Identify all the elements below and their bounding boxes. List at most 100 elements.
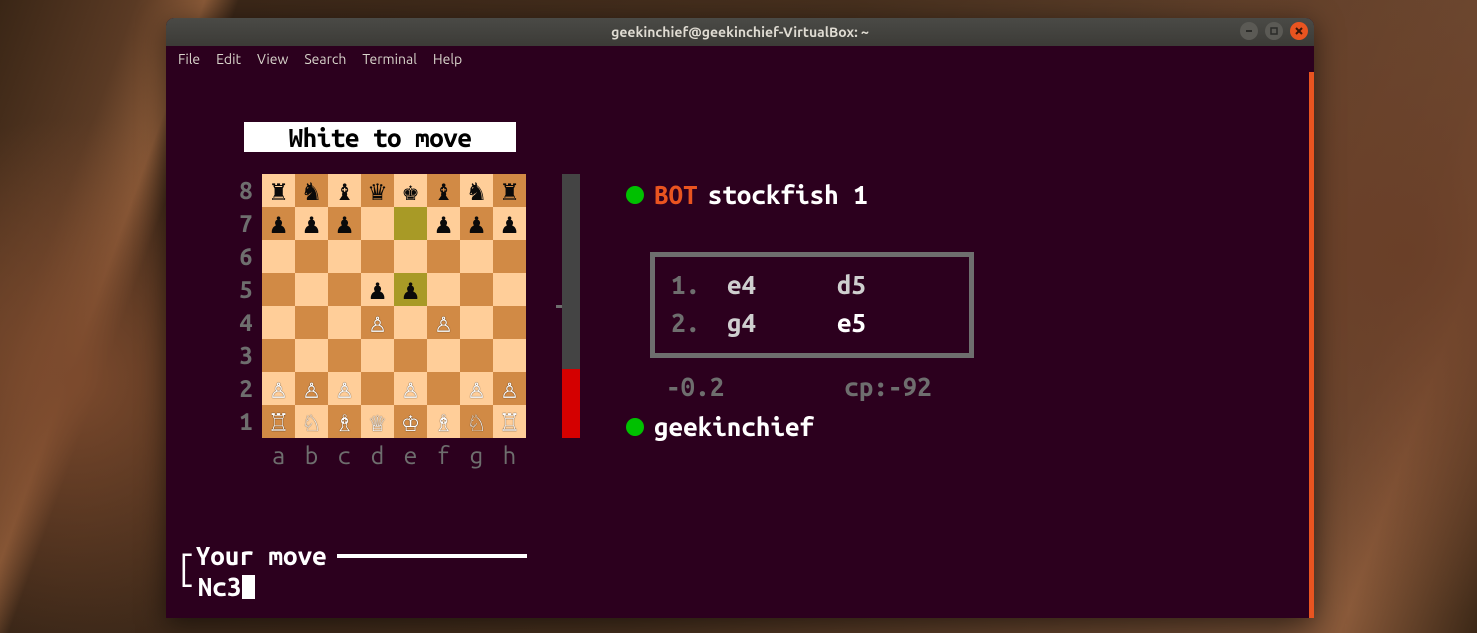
file-label: b [295,440,328,470]
board-square: ♙ [361,306,394,339]
board-square [460,339,493,372]
white-piece-icon: ♙ [501,375,518,403]
board-square [394,339,427,372]
black-piece-icon: ♟ [369,276,386,304]
board-square [328,273,361,306]
minimize-button[interactable] [1240,22,1258,40]
black-piece-icon: ♝ [336,177,353,205]
menu-search[interactable]: Search [300,49,350,69]
black-piece-icon: ♚ [402,177,419,205]
board-square: ♕ [361,405,394,438]
prompt-label: Your move [196,541,327,570]
board-square [460,240,493,273]
board-square [328,240,361,273]
menu-terminal[interactable]: Terminal [358,49,421,69]
menu-bar: File Edit View Search Terminal Help [166,46,1314,72]
move-row: 1. e4 d5 [671,265,953,303]
board-square [361,207,394,240]
rank-label: 3 [232,339,260,372]
board-square [394,240,427,273]
white-piece-icon: ♗ [336,408,353,436]
move-row: 2. g4 e5 [671,303,953,341]
board-square: ♞ [295,174,328,207]
board-square: ♟ [328,207,361,240]
board-square: ♜ [493,174,526,207]
player-name: geekinchief [654,412,814,441]
opponent-tag: BOT [654,180,698,209]
chess-board: ♜♞♝♛♚♝♞♜♟♟♟♟♟♟♟♟♙♙♙♙♙♙♙♙♖♘♗♕♔♗♘♖ [262,174,526,438]
black-piece-icon: ♟ [501,210,518,238]
file-labels: abcdefgh [262,440,526,470]
close-icon [1294,26,1304,36]
menu-file[interactable]: File [174,49,204,69]
board-square: ♟ [394,273,427,306]
board-square: ♟ [493,207,526,240]
white-piece-icon: ♘ [303,408,320,436]
board-square [493,240,526,273]
board-square: ♝ [427,174,460,207]
board-square: ♟ [361,273,394,306]
menu-view[interactable]: View [253,49,292,69]
white-piece-icon: ♙ [468,375,485,403]
board-square [427,372,460,405]
opponent-name: stockfish 1 [708,180,868,209]
board-square [328,306,361,339]
board-square: ♟ [460,207,493,240]
board-square [295,273,328,306]
white-piece-icon: ♕ [369,408,386,436]
board-square [262,273,295,306]
board-square: ♔ [394,405,427,438]
status-dot-icon [626,418,644,436]
white-piece-icon: ♙ [336,375,353,403]
white-piece-icon: ♙ [303,375,320,403]
board-square: ♖ [262,405,295,438]
board-square [361,240,394,273]
maximize-icon [1269,26,1279,36]
file-label: h [493,440,526,470]
menu-edit[interactable]: Edit [212,49,245,69]
rank-label: 2 [232,372,260,405]
evaluation-bar-fill [562,369,580,438]
board-square [262,339,295,372]
evaluation-bar-tick [556,305,562,308]
move-input[interactable]: Nc3 [198,572,242,601]
window-titlebar[interactable]: geekinchief@geekinchief-VirtualBox: ~ [166,18,1314,46]
board-square [460,273,493,306]
white-piece-icon: ♔ [402,408,419,436]
prompt-divider [337,554,527,558]
board-square: ♜ [262,174,295,207]
black-piece-icon: ♟ [270,210,287,238]
white-piece-icon: ♖ [270,408,287,436]
black-piece-icon: ♜ [270,177,287,205]
rank-label: 8 [232,174,260,207]
move-white: e4 [727,270,837,299]
maximize-button[interactable] [1265,22,1283,40]
file-label: g [460,440,493,470]
window-title: geekinchief@geekinchief-VirtualBox: ~ [166,24,1314,40]
rank-label: 7 [232,207,260,240]
close-button[interactable] [1290,22,1308,40]
opponent-row: BOT stockfish 1 [626,180,868,209]
black-piece-icon: ♟ [336,210,353,238]
board-square [427,339,460,372]
board-square: ♘ [460,405,493,438]
file-label: d [361,440,394,470]
board-square [427,240,460,273]
board-square [295,339,328,372]
white-piece-icon: ♙ [402,375,419,403]
menu-help[interactable]: Help [429,49,466,69]
black-piece-icon: ♛ [369,177,386,205]
board-square [361,339,394,372]
terminal-body[interactable]: White to move 87654321 ♜♞♝♛♚♝♞♜♟♟♟♟♟♟♟♟♙… [166,72,1314,618]
text-cursor-icon [242,575,255,599]
rank-label: 5 [232,273,260,306]
move-list: 1. e4 d5 2. g4 e5 [650,252,974,358]
move-prompt: ┌ Your move └ Nc3 [176,540,527,602]
board-square: ♖ [493,405,526,438]
board-square: ♙ [295,372,328,405]
board-square: ♙ [460,372,493,405]
white-piece-icon: ♖ [501,408,518,436]
board-square: ♟ [295,207,328,240]
board-square [493,306,526,339]
board-square: ♙ [427,306,460,339]
